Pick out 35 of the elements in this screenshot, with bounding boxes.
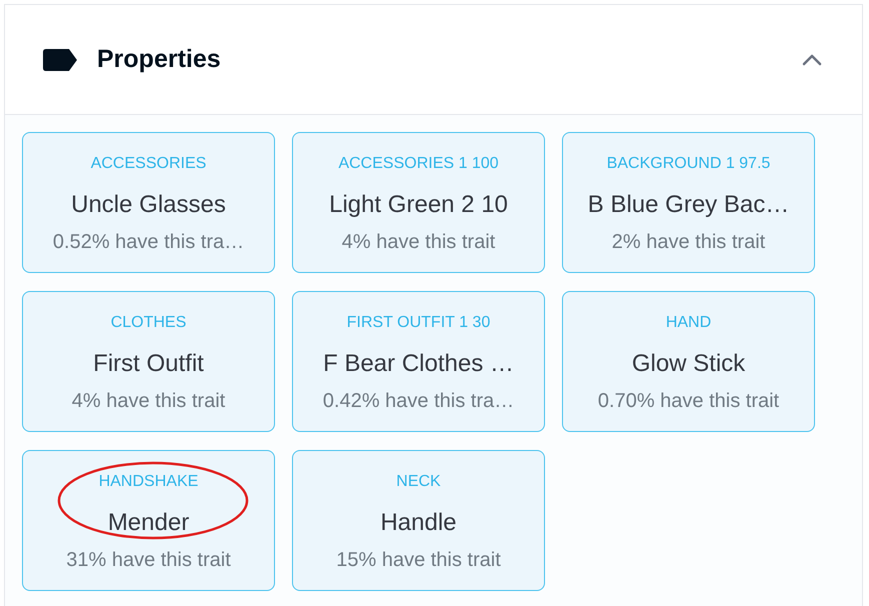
tag-icon (43, 48, 77, 70)
trait-value: Handle (380, 509, 457, 537)
trait-type: ACCESSORIES 1 100 (338, 154, 499, 174)
trait-rarity: 0.52% have this tra… (52, 230, 244, 255)
trait-rarity: 31% have this trait (66, 548, 231, 573)
trait-type: HANDSHAKE (98, 472, 198, 492)
trait-card[interactable]: BACKGROUND 1 97.5 B Blue Grey Bac… 2% have this trait (562, 132, 815, 273)
trait-type: FIRST OUTFIT 1 30 (346, 313, 490, 333)
trait-value: Glow Stick (632, 350, 746, 378)
trait-value: Light Green 2 10 (329, 191, 508, 219)
chevron-up-icon[interactable] (802, 54, 822, 66)
trait-type: HAND (666, 313, 712, 333)
trait-card[interactable]: NECK Handle 15% have this trait (292, 450, 545, 591)
trait-card[interactable]: ACCESSORIES Uncle Glasses 0.52% have this tra… (22, 132, 275, 273)
trait-rarity: 0.70% have this trait (598, 389, 780, 414)
trait-value: Mender (108, 509, 190, 537)
trait-value: B Blue Grey Bac… (588, 191, 790, 219)
trait-value: First Outfit (93, 350, 204, 378)
trait-rarity: 15% have this trait (336, 548, 501, 573)
trait-rarity: 0.42% have this tra… (322, 389, 514, 414)
trait-card[interactable]: CLOTHES First Outfit 4% have this trait (22, 291, 275, 432)
trait-card[interactable]: ACCESSORIES 1 100 Light Green 2 10 4% have this trait (292, 132, 545, 273)
trait-value: Uncle Glasses (71, 191, 226, 219)
trait-value: F Bear Clothes … (323, 350, 514, 378)
trait-type: CLOTHES (110, 313, 186, 333)
trait-type: BACKGROUND 1 97.5 (606, 154, 770, 174)
trait-card[interactable]: HAND Glow Stick 0.70% have this trait (562, 291, 815, 432)
trait-type: NECK (396, 472, 441, 492)
trait-card[interactable]: HANDSHAKE Mender 31% have this trait (22, 450, 275, 591)
trait-type: ACCESSORIES (90, 154, 206, 174)
trait-rarity: 2% have this trait (612, 230, 766, 255)
panel-title: Properties (97, 44, 221, 75)
trait-rarity: 4% have this trait (342, 230, 496, 255)
trait-card[interactable]: FIRST OUTFIT 1 30 F Bear Clothes … 0.42% have this tra… (292, 291, 545, 432)
trait-rarity: 4% have this trait (72, 389, 226, 414)
